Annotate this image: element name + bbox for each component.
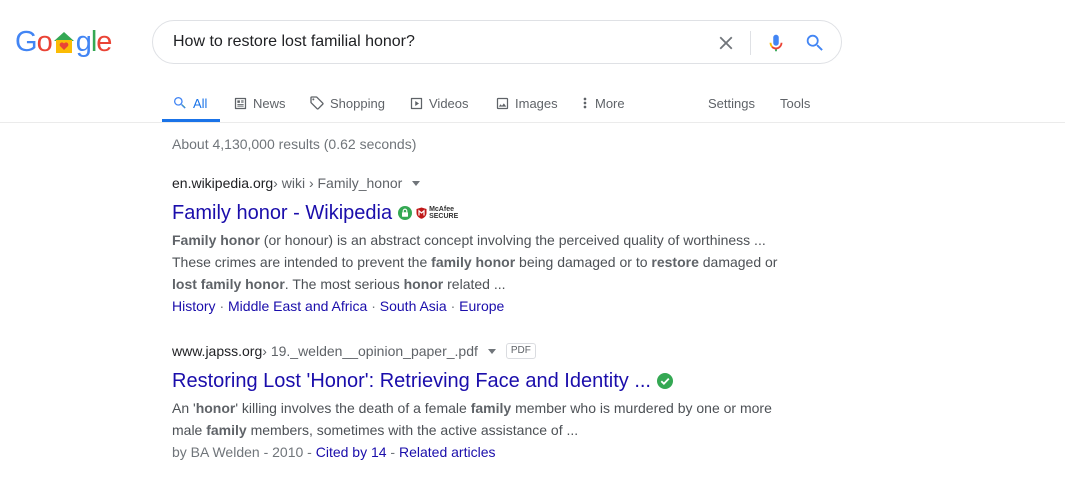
microphone-icon[interactable] <box>765 32 787 54</box>
search-result: www.japss.org › 19._welden__opinion_pape… <box>172 342 792 463</box>
search-input[interactable] <box>173 31 693 53</box>
home-doodle-icon <box>53 32 74 53</box>
search-tabs: All News Shopping Videos Images More Set… <box>162 86 842 122</box>
tab-more[interactable]: More <box>580 86 625 120</box>
chevron-down-icon[interactable] <box>412 180 421 186</box>
sitelink-middle-east-africa[interactable]: Middle East and Africa <box>228 298 367 314</box>
snippet-line: An 'honor' killing involves the death of… <box>172 400 772 416</box>
result-snippet: Family honor (or honour) is an abstract … <box>172 229 792 295</box>
result-breadcrumb: › wiki › Family_honor <box>273 175 403 191</box>
tab-label: More <box>595 95 625 111</box>
result-title-link[interactable]: Family honor - Wikipedia McAfee SECURE <box>172 200 792 226</box>
tab-images[interactable]: Images <box>495 86 558 120</box>
search-icon <box>174 97 186 109</box>
snippet-line: Family honor (or honour) is an abstract … <box>172 232 766 248</box>
search-result: en.wikipedia.org › wiki › Family_honor F… <box>172 174 792 317</box>
play-icon <box>410 97 423 109</box>
sitelink-south-asia[interactable]: South Asia <box>380 298 447 314</box>
result-sitelinks: History · Middle East and Africa · South… <box>172 298 505 314</box>
result-url[interactable]: en.wikipedia.org › wiki › Family_honor <box>172 174 792 192</box>
news-icon <box>234 97 247 109</box>
tab-shopping[interactable]: Shopping <box>309 86 385 120</box>
tab-news[interactable]: News <box>233 86 286 120</box>
tab-videos[interactable]: Videos <box>409 86 469 120</box>
sitelink-history[interactable]: History <box>172 298 216 314</box>
search-divider <box>750 31 751 55</box>
shield-icon <box>416 207 427 219</box>
search-results-page: G o g l e How to restore lost familial h… <box>0 0 1065 487</box>
more-vertical-icon <box>583 97 587 109</box>
chevron-down-icon[interactable] <box>487 348 496 354</box>
snippet-line: These crimes are intended to prevent the… <box>172 254 778 270</box>
mcafee-secure-badge: McAfee SECURE <box>416 206 458 220</box>
settings-link[interactable]: Settings <box>708 86 755 120</box>
close-icon[interactable] <box>715 32 737 54</box>
tab-label: Videos <box>429 95 469 111</box>
search-box <box>152 20 842 64</box>
result-title: Family honor - Wikipedia <box>172 202 393 224</box>
tab-label: News <box>253 95 286 111</box>
snippet-line: male family members, sometimes with the … <box>172 422 579 438</box>
result-stats: About 4,130,000 results (0.62 seconds) <box>172 136 417 152</box>
tab-all[interactable]: All <box>172 86 207 120</box>
result-domain: www.japss.org <box>172 343 263 359</box>
secure-lock-icon <box>398 206 413 220</box>
result-breadcrumb: › 19._welden__opinion_paper_.pdf <box>262 343 478 359</box>
verified-check-icon <box>656 373 673 389</box>
tab-label: Images <box>515 95 558 111</box>
tools-link[interactable]: Tools <box>780 86 810 120</box>
header-divider <box>0 122 1065 123</box>
cited-by-link[interactable]: Cited by 14 <box>316 444 387 460</box>
result-snippet: An 'honor' killing involves the death of… <box>172 397 792 441</box>
file-type-badge: PDF <box>505 343 536 359</box>
result-url[interactable]: www.japss.org › 19._welden__opinion_pape… <box>172 342 792 360</box>
result-meta: by BA Welden - 2010 - Cited by 14 - Rela… <box>172 444 496 460</box>
result-title-link[interactable]: Restoring Lost 'Honor': Retrieving Face … <box>172 368 792 394</box>
tag-icon <box>310 96 324 110</box>
result-title: Restoring Lost 'Honor': Retrieving Face … <box>172 370 651 392</box>
tab-label: Shopping <box>330 95 385 111</box>
google-logo[interactable]: G o g l e <box>15 24 112 60</box>
snippet-line: lost family honor. The most serious hono… <box>172 276 506 292</box>
search-icon[interactable] <box>804 32 826 54</box>
sitelink-europe[interactable]: Europe <box>459 298 504 314</box>
tab-label: All <box>193 95 208 111</box>
image-icon <box>496 97 509 109</box>
related-articles-link[interactable]: Related articles <box>399 444 496 460</box>
result-domain: en.wikipedia.org <box>172 175 274 191</box>
